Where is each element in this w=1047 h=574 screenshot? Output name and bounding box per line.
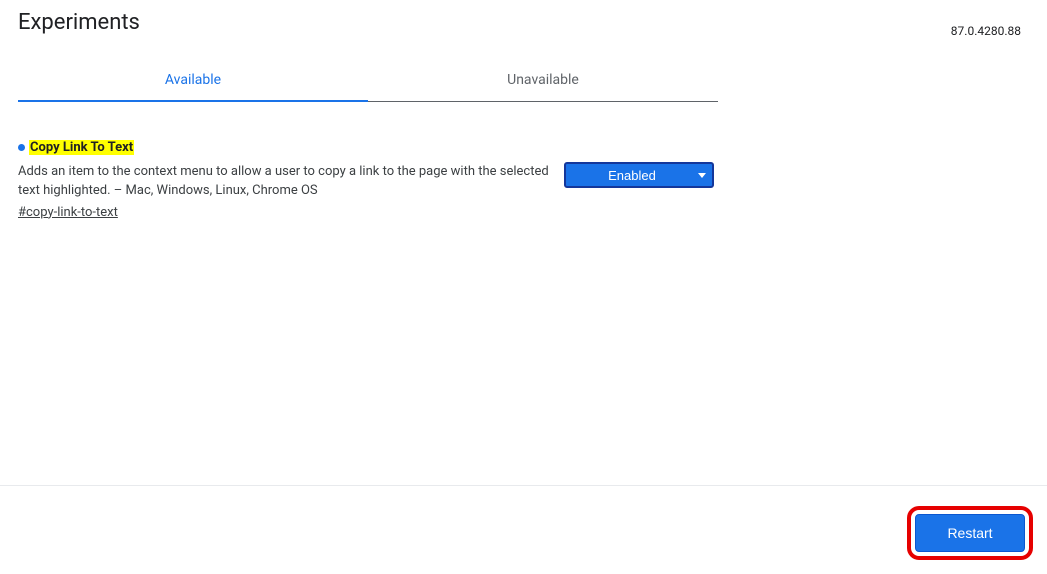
flag-state-select[interactable]: Default Enabled Disabled — [564, 162, 714, 188]
flag-description: Adds an item to the context menu to allo… — [18, 163, 558, 201]
flag-title: Copy Link To Text — [29, 140, 134, 155]
page-title: Experiments — [18, 10, 140, 35]
tab-unavailable[interactable]: Unavailable — [368, 62, 718, 102]
restart-highlight: Restart — [907, 506, 1033, 560]
modified-indicator-icon — [18, 144, 25, 151]
restart-button[interactable]: Restart — [915, 514, 1025, 552]
flag-id-link[interactable]: #copy-link-to-text — [18, 205, 118, 220]
tabs-bar: Available Unavailable — [18, 62, 718, 102]
flag-row: Copy Link To Text Adds an item to the co… — [18, 140, 1029, 220]
footer-bar: Restart — [0, 485, 1047, 574]
version-label: 87.0.4280.88 — [951, 10, 1029, 38]
tab-available[interactable]: Available — [18, 62, 368, 102]
